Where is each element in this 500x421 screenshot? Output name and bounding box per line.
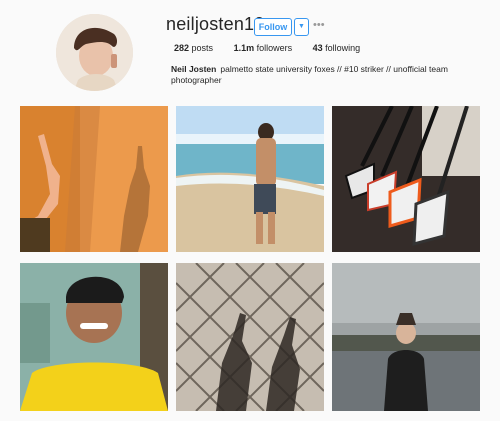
following-stat[interactable]: 43 following bbox=[313, 43, 361, 53]
posts-count: 282 bbox=[174, 43, 190, 53]
post-thumbnail[interactable] bbox=[20, 263, 168, 411]
post-thumbnail[interactable] bbox=[20, 106, 168, 252]
follow-button[interactable]: Follow bbox=[254, 18, 292, 36]
posts-label: posts bbox=[191, 43, 214, 53]
profile-stats: 282 posts 1.1m followers 43 following bbox=[174, 43, 378, 53]
post-thumbnail[interactable] bbox=[176, 263, 324, 411]
profile-bio: Neil Josten palmetto state university fox… bbox=[171, 64, 471, 86]
following-count: 43 bbox=[312, 43, 323, 53]
full-name: Neil Josten bbox=[171, 64, 217, 74]
followers-count: 1.1m bbox=[233, 43, 255, 53]
followers-stat[interactable]: 1.1m followers bbox=[234, 43, 293, 53]
post-thumbnail[interactable] bbox=[332, 106, 480, 252]
more-horizontal-icon[interactable]: ••• bbox=[313, 17, 327, 33]
post-thumbnail[interactable] bbox=[176, 106, 324, 252]
profile-header: neiljosten10 Follow ▼ ••• 282 posts 1.1m… bbox=[0, 0, 500, 100]
followers-label: followers bbox=[256, 43, 293, 53]
avatar[interactable] bbox=[56, 14, 133, 91]
username: neiljosten10 bbox=[166, 14, 265, 34]
posts-stat: 282 posts bbox=[174, 43, 213, 53]
chevron-down-icon[interactable]: ▼ bbox=[294, 18, 309, 36]
following-label: following bbox=[325, 43, 361, 53]
post-thumbnail[interactable] bbox=[332, 263, 480, 411]
